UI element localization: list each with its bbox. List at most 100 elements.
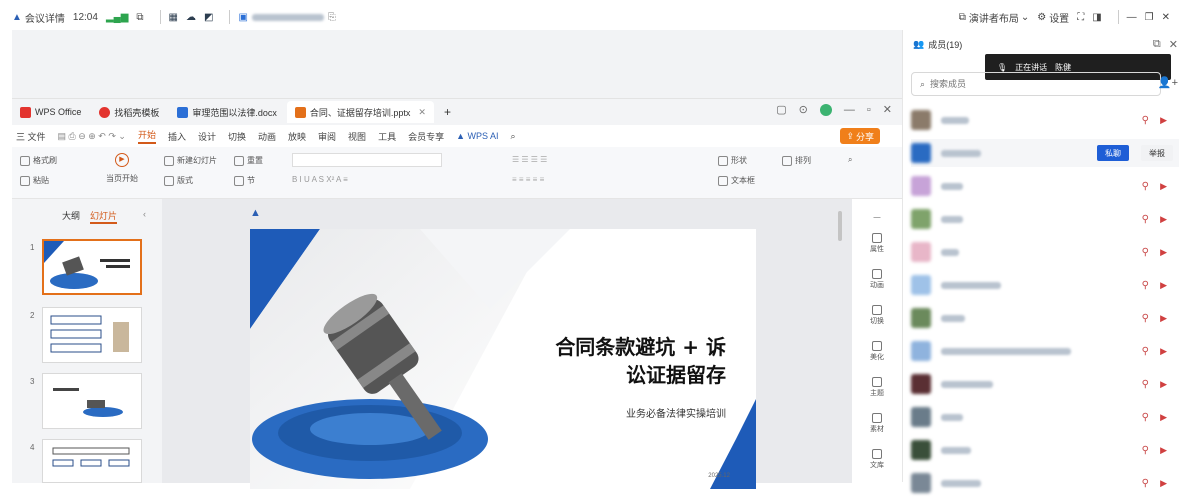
restore-icon[interactable]: ❐: [1145, 12, 1154, 23]
tool-properties[interactable]: 属性: [860, 233, 894, 254]
slide-thumb-3[interactable]: [42, 373, 142, 429]
tab-pptx[interactable]: 合同、证据留存培训.pptx ✕: [286, 101, 434, 123]
camera-off-icon[interactable]: ▶: [1160, 247, 1167, 258]
new-tab-button[interactable]: +: [436, 101, 459, 123]
tool-animation[interactable]: 动画: [860, 269, 894, 290]
private-chat-button[interactable]: 私聊: [1097, 145, 1129, 161]
format-painter-button[interactable]: 格式刷: [20, 155, 57, 166]
mic-muted-icon[interactable]: ⚲: [1142, 247, 1149, 258]
member-row[interactable]: ⚲ ▶: [911, 403, 1179, 431]
menu-design[interactable]: 设计: [198, 130, 216, 143]
member-row[interactable]: ⚲ ▶: [911, 304, 1179, 332]
reset-button[interactable]: 重置: [234, 155, 263, 166]
tab-docx[interactable]: 审理范围以法律.docx: [169, 101, 285, 123]
slide-thumb-4[interactable]: [42, 439, 142, 483]
camera-off-icon[interactable]: ▶: [1160, 445, 1167, 456]
textbox-button[interactable]: 文本框: [718, 175, 755, 186]
camera-off-icon[interactable]: ▶: [1160, 478, 1167, 489]
camera-off-icon[interactable]: ▶: [1160, 412, 1167, 423]
camera-off-icon[interactable]: ▶: [1160, 346, 1167, 357]
search-input[interactable]: [930, 79, 1131, 89]
avatar[interactable]: [819, 103, 832, 116]
collapse-icon[interactable]: —: [860, 213, 894, 222]
app-icon-2[interactable]: ◩: [204, 12, 213, 23]
slide-thumb-1[interactable]: [42, 239, 142, 295]
arrange-button[interactable]: 排列: [782, 155, 811, 166]
menu-review[interactable]: 审阅: [318, 130, 336, 143]
menu-view[interactable]: 视图: [348, 130, 366, 143]
member-row[interactable]: ⚲ ▶: [911, 106, 1179, 134]
menu-insert[interactable]: 插入: [168, 130, 186, 143]
new-slide-button[interactable]: 新建幻灯片: [164, 155, 217, 166]
cloud-icon[interactable]: ☁: [186, 12, 196, 23]
start-slideshow-button[interactable]: ▶ 当页开始: [106, 153, 138, 184]
member-row[interactable]: ⚲ ▶: [911, 238, 1179, 266]
member-row[interactable]: ⚲ ▶: [911, 172, 1179, 200]
sidebar-toggle-icon[interactable]: ◨: [1092, 12, 1101, 23]
settings-icon[interactable]: ⊙: [799, 103, 808, 116]
mic-muted-icon[interactable]: ⚲: [1142, 280, 1149, 291]
share-screen-icon[interactable]: ⧉: [136, 12, 143, 23]
menu-slideshow[interactable]: 放映: [288, 130, 306, 143]
mic-muted-icon[interactable]: ⚲: [1142, 478, 1149, 489]
mic-muted-icon[interactable]: ⚲: [1142, 115, 1149, 126]
menu-tools[interactable]: 工具: [378, 130, 396, 143]
member-row[interactable]: ⚲ ▶: [911, 370, 1179, 398]
more-button[interactable]: 举报: [1141, 145, 1173, 161]
close-tab-icon[interactable]: ✕: [418, 107, 426, 118]
tab-slides[interactable]: 幻灯片: [90, 209, 118, 224]
tool-theme[interactable]: 主题: [860, 377, 894, 398]
copy-icon[interactable]: ⎘: [328, 12, 336, 23]
font-select[interactable]: [292, 153, 442, 167]
member-search[interactable]: ⌕: [911, 72, 1161, 96]
share-button[interactable]: ⇪ 分享: [840, 128, 880, 144]
menu-transition[interactable]: 切换: [228, 130, 246, 143]
mic-muted-icon[interactable]: ⚲: [1142, 181, 1149, 192]
tab-templates[interactable]: 找稻壳模板: [91, 101, 167, 123]
mic-muted-icon[interactable]: ⚲: [1142, 412, 1149, 423]
minimize-icon[interactable]: —: [1127, 12, 1137, 23]
collapse-icon[interactable]: ‹: [143, 209, 146, 224]
paste-button[interactable]: 粘贴: [20, 175, 49, 186]
shape-button[interactable]: 形状: [718, 155, 747, 166]
camera-off-icon[interactable]: ▶: [1160, 214, 1167, 225]
current-slide[interactable]: 合同条款避坑 + 诉 讼证据留存 业务必备法律实操培训 2025.12: [250, 229, 756, 489]
member-row[interactable]: ⚲ ▶: [911, 271, 1179, 299]
paragraph-icons[interactable]: ☰ ☰ ☰ ☰: [512, 155, 547, 164]
settings-button[interactable]: ⚙ 设置: [1037, 10, 1069, 25]
quick-access-icons[interactable]: ▤ ⎙ ⊖ ⊕ ↶ ↷ ⌄: [58, 131, 126, 142]
mic-muted-icon[interactable]: ⚲: [1142, 445, 1149, 456]
menu-animation[interactable]: 动画: [258, 130, 276, 143]
close-icon[interactable]: ✕: [883, 103, 892, 116]
mic-muted-icon[interactable]: ⚲: [1142, 214, 1149, 225]
member-row[interactable]: ⚲ ▶: [911, 337, 1179, 365]
layout-button[interactable]: 版式: [164, 175, 193, 186]
tool-transition[interactable]: 切换: [860, 305, 894, 326]
camera-off-icon[interactable]: ▶: [1160, 280, 1167, 291]
menu-home[interactable]: 开始: [137, 128, 156, 144]
tab-outline[interactable]: 大纲: [62, 209, 80, 224]
camera-off-icon[interactable]: ▶: [1160, 379, 1167, 390]
mic-muted-icon[interactable]: ⚲: [1142, 379, 1149, 390]
vertical-scrollbar[interactable]: [838, 211, 842, 241]
speaker-layout-button[interactable]: ⧉ 演讲者布局 ⌄: [959, 10, 1030, 25]
camera-off-icon[interactable]: ▶: [1160, 115, 1167, 126]
wps-ai-float-icon[interactable]: ▲: [250, 207, 261, 219]
invite-member-icon[interactable]: 👤+: [1158, 76, 1178, 89]
member-row[interactable]: ⚲ ▶: [911, 436, 1179, 464]
menu-member[interactable]: 会员专享: [408, 130, 444, 143]
tool-materials[interactable]: 素材: [860, 413, 894, 434]
tool-library[interactable]: 文库: [860, 449, 894, 470]
member-row[interactable]: ⚲ ▶: [911, 469, 1179, 497]
slide-thumb-2[interactable]: [42, 307, 142, 363]
menu-file[interactable]: 三 文件: [16, 130, 46, 143]
minimize-icon[interactable]: —: [844, 104, 855, 116]
close-panel-icon[interactable]: ✕: [1169, 38, 1178, 51]
close-icon[interactable]: ✕: [1162, 12, 1170, 23]
section-button[interactable]: 节: [234, 175, 255, 186]
layout-icon[interactable]: ▢: [776, 103, 786, 116]
find-button[interactable]: ⌕查找: [848, 155, 852, 165]
member-row[interactable]: ⚲ ▶: [911, 205, 1179, 233]
camera-off-icon[interactable]: ▶: [1160, 181, 1167, 192]
menu-wps-ai[interactable]: ▲ WPS AI: [456, 131, 498, 141]
